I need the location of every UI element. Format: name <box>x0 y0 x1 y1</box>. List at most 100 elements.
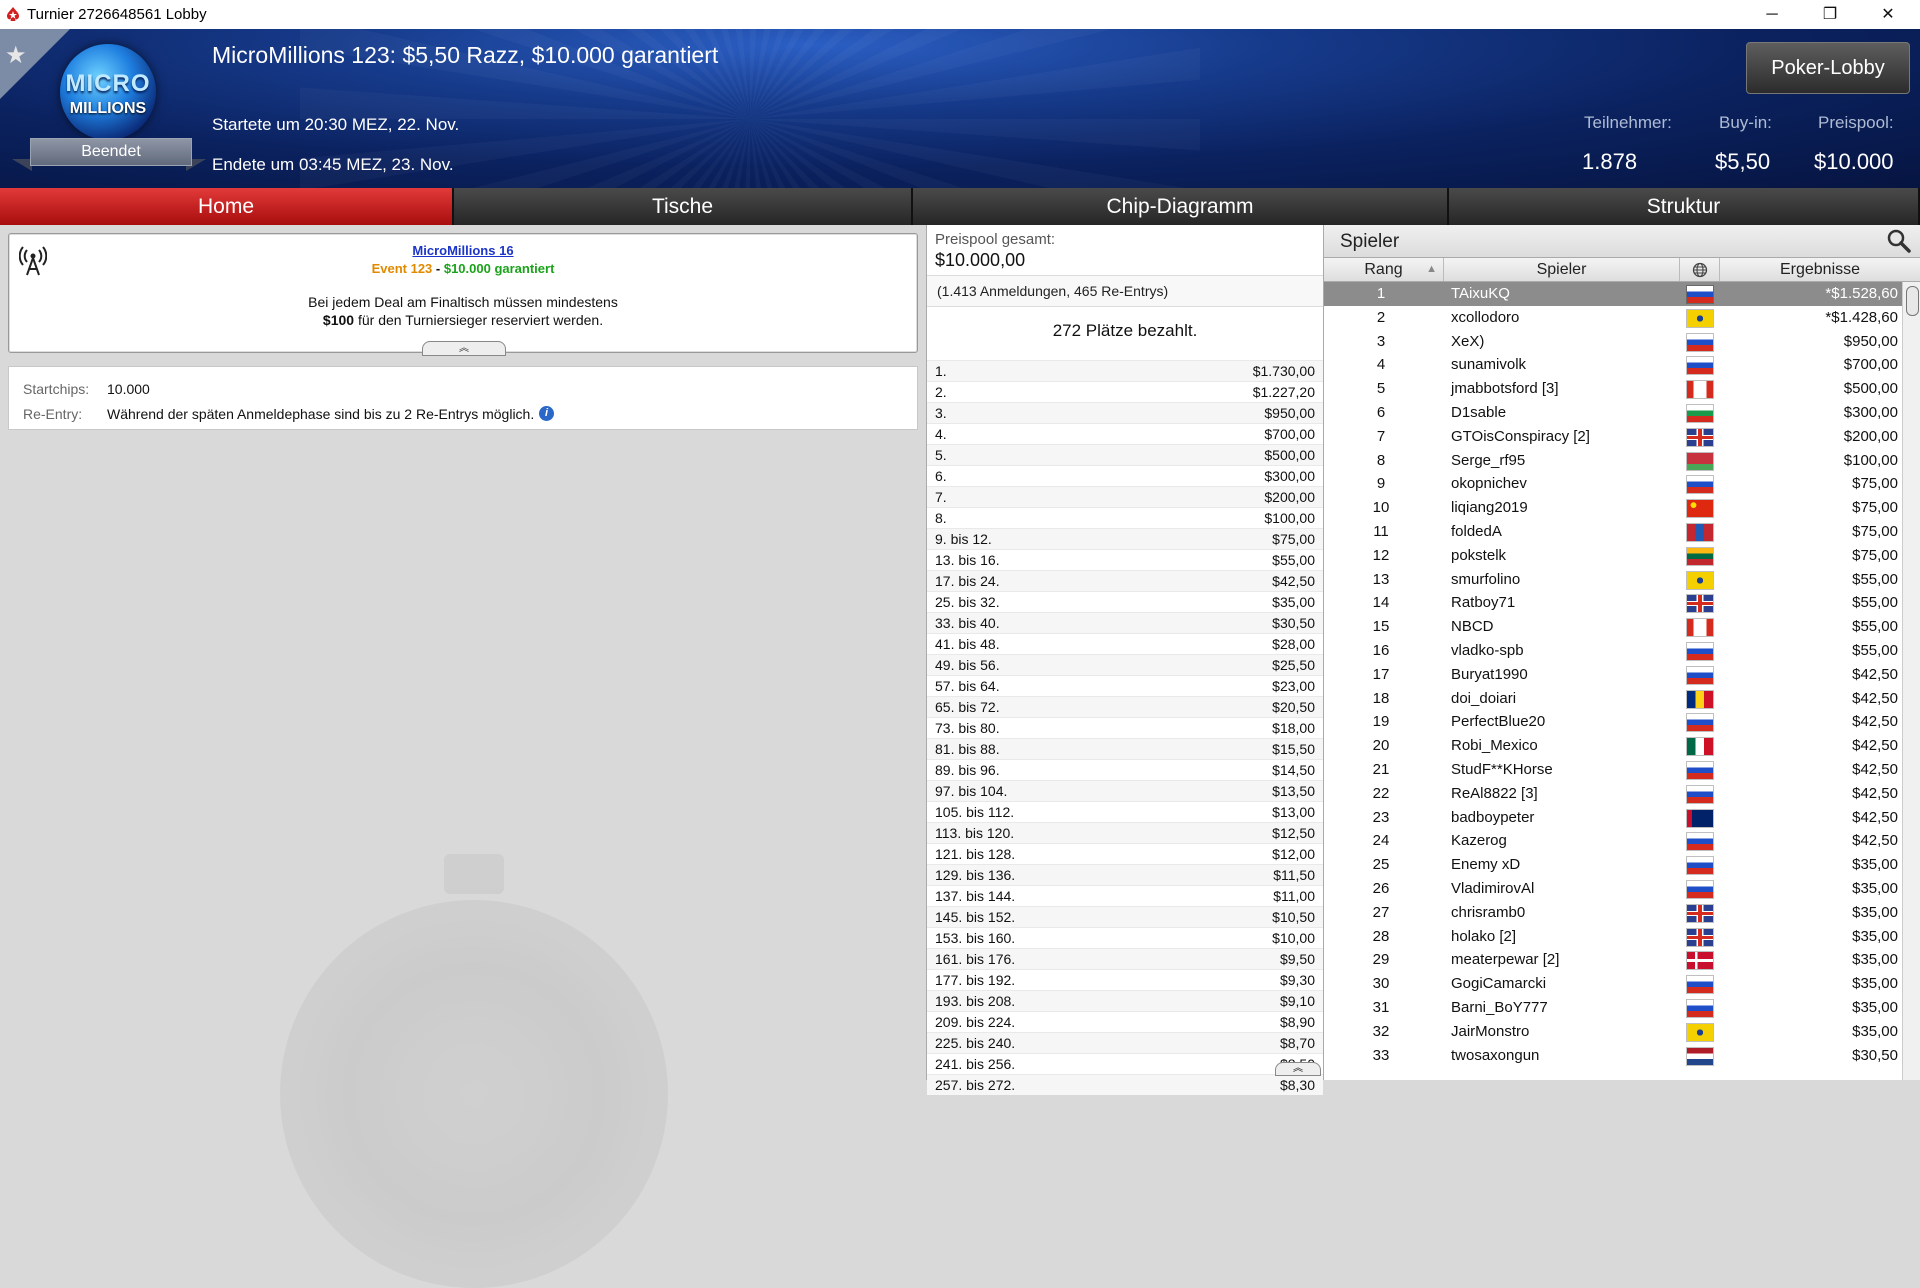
payout-amount: $28,00 <box>1272 636 1315 652</box>
player-row[interactable]: 1 TAixuKQ *$1.528,60 <box>1324 282 1902 306</box>
player-row[interactable]: 16 vladko-spb $55,00 <box>1324 639 1902 663</box>
player-result: $55,00 <box>1852 594 1898 612</box>
payout-place: 49. bis 56. <box>935 657 1000 673</box>
player-row[interactable]: 2 xcollodoro *$1.428,60 <box>1324 306 1902 330</box>
player-row[interactable]: 22 ReAl8822 [3] $42,50 <box>1324 782 1902 806</box>
payout-place: 193. bis 208. <box>935 993 1016 1009</box>
payout-amount: $1.730,00 <box>1252 363 1315 379</box>
country-flag-icon <box>1687 286 1713 303</box>
info-icon[interactable]: i <box>539 406 554 421</box>
participants-label: Teilnehmer: <box>1584 113 1672 132</box>
player-rank: 32 <box>1372 1022 1390 1040</box>
player-rank: 30 <box>1372 975 1390 993</box>
player-row[interactable]: 33 twosaxongun $30,50 <box>1324 1044 1902 1068</box>
payout-amount: $12,00 <box>1272 846 1315 862</box>
player-row[interactable]: 23 badboypeter $42,50 <box>1324 806 1902 830</box>
scrollbar-thumb[interactable] <box>1906 286 1919 316</box>
poker-lobby-button[interactable]: Poker-Lobby <box>1746 42 1910 94</box>
tab-structure[interactable]: Struktur <box>1449 188 1920 225</box>
player-row[interactable]: 10 liqiang2019 $75,00 <box>1324 496 1902 520</box>
player-name: JairMonstro <box>1451 1022 1530 1040</box>
player-rank: 16 <box>1372 641 1390 659</box>
player-rank: 18 <box>1372 689 1390 707</box>
player-row[interactable]: 32 JairMonstro $35,00 <box>1324 1020 1902 1044</box>
minimize-button[interactable]: ─ <box>1743 0 1801 29</box>
player-row[interactable]: 29 meaterpewar [2] $35,00 <box>1324 948 1902 972</box>
player-row[interactable]: 20 Robi_Mexico $42,50 <box>1324 734 1902 758</box>
player-row[interactable]: 14 Ratboy71 $55,00 <box>1324 591 1902 615</box>
country-flag-icon <box>1687 880 1713 898</box>
payout-row: 209. bis 224. $8,90 <box>927 1011 1323 1032</box>
search-icon[interactable] <box>1884 227 1914 255</box>
player-row[interactable]: 9 okopnichev $75,00 <box>1324 472 1902 496</box>
player-rank: 27 <box>1372 903 1390 921</box>
payout-place: 137. bis 144. <box>935 888 1016 904</box>
players-scrollbar[interactable] <box>1902 282 1920 1080</box>
player-result: $35,00 <box>1852 975 1898 993</box>
player-result: $55,00 <box>1852 618 1898 636</box>
player-row[interactable]: 3 XeX) $950,00 <box>1324 330 1902 354</box>
star-icon[interactable]: ★ <box>5 41 27 70</box>
country-flag-icon <box>1687 761 1713 779</box>
payout-amount: $20,50 <box>1272 699 1315 715</box>
reentry-label: Re-Entry: <box>23 406 83 422</box>
close-button[interactable]: ✕ <box>1859 0 1917 29</box>
player-row[interactable]: 30 GogiCamarcki $35,00 <box>1324 972 1902 996</box>
player-name: badboypeter <box>1451 808 1535 826</box>
payout-place: 73. bis 80. <box>935 720 1000 736</box>
player-row[interactable]: 24 Kazerog $42,50 <box>1324 829 1902 853</box>
series-link[interactable]: MicroMillions 16 <box>9 243 917 258</box>
player-row[interactable]: 15 NBCD $55,00 <box>1324 615 1902 639</box>
payout-place: 1. <box>935 363 947 379</box>
payout-row: 193. bis 208. $9,10 <box>927 990 1323 1011</box>
player-name: chrisramb0 <box>1451 903 1526 921</box>
payout-row: 113. bis 120. $12,50 <box>927 822 1323 843</box>
window-title: Turnier 2726648561 Lobby <box>27 6 207 23</box>
player-name: liqiang2019 <box>1451 499 1528 517</box>
player-row[interactable]: 25 Enemy xD $35,00 <box>1324 853 1902 877</box>
payout-amount: $8,70 <box>1279 1035 1315 1051</box>
player-row[interactable]: 13 smurfolino $55,00 <box>1324 568 1902 592</box>
col-rank[interactable]: Rang ▲ <box>1324 258 1444 281</box>
player-result: $42,50 <box>1852 689 1898 707</box>
player-row[interactable]: 8 Serge_rf95 $100,00 <box>1324 449 1902 473</box>
player-row[interactable]: 6 D1sable $300,00 <box>1324 401 1902 425</box>
player-rank: 17 <box>1372 665 1390 683</box>
collapse-info-button[interactable]: ︽ <box>422 341 506 356</box>
player-row[interactable]: 4 sunamivolk $700,00 <box>1324 353 1902 377</box>
payout-place: 145. bis 152. <box>935 909 1016 925</box>
player-row[interactable]: 7 GTOisConspiracy [2] $200,00 <box>1324 425 1902 449</box>
player-rank: 1 <box>1376 285 1386 302</box>
payout-place: 13. bis 16. <box>935 552 1000 568</box>
payout-amount: $11,00 <box>1273 888 1315 904</box>
player-row[interactable]: 19 PerfectBlue20 $42,50 <box>1324 710 1902 734</box>
payout-place: 121. bis 128. <box>935 846 1016 862</box>
payout-place: 209. bis 224. <box>935 1014 1016 1030</box>
payout-row: 105. bis 112. $13,00 <box>927 801 1323 822</box>
player-row[interactable]: 18 doi_doiari $42,50 <box>1324 687 1902 711</box>
player-row[interactable]: 11 foldedA $75,00 <box>1324 520 1902 544</box>
player-rank: 8 <box>1376 451 1386 469</box>
player-row[interactable]: 31 Barni_BoY777 $35,00 <box>1324 996 1902 1020</box>
tab-chip-chart[interactable]: Chip-Diagramm <box>913 188 1449 225</box>
player-rank: 33 <box>1372 1046 1390 1064</box>
payout-amount: $9,50 <box>1279 951 1315 967</box>
maximize-button[interactable]: ❐ <box>1801 0 1859 29</box>
col-results[interactable]: Ergebnisse <box>1720 258 1920 281</box>
player-row[interactable]: 5 jmabbotsford [3] $500,00 <box>1324 377 1902 401</box>
player-row[interactable]: 27 chrisramb0 $35,00 <box>1324 901 1902 925</box>
tab-home[interactable]: Home <box>0 188 454 225</box>
player-row[interactable]: 17 Buryat1990 $42,50 <box>1324 663 1902 687</box>
player-row[interactable]: 26 VladimirovAl $35,00 <box>1324 877 1902 901</box>
player-name: Enemy xD <box>1451 856 1521 874</box>
player-row[interactable]: 12 pokstelk $75,00 <box>1324 544 1902 568</box>
player-row[interactable]: 21 StudF**KHorse $42,50 <box>1324 758 1902 782</box>
country-flag-icon <box>1687 738 1713 756</box>
tab-tables[interactable]: Tische <box>454 188 913 225</box>
country-flag-icon <box>1687 857 1713 875</box>
player-result: $42,50 <box>1852 832 1898 850</box>
col-player[interactable]: Spieler <box>1444 258 1680 281</box>
player-row[interactable]: 28 holako [2] $35,00 <box>1324 925 1902 949</box>
col-country[interactable] <box>1680 258 1720 281</box>
payout-collapse-button[interactable]: ︽ <box>1275 1062 1321 1076</box>
